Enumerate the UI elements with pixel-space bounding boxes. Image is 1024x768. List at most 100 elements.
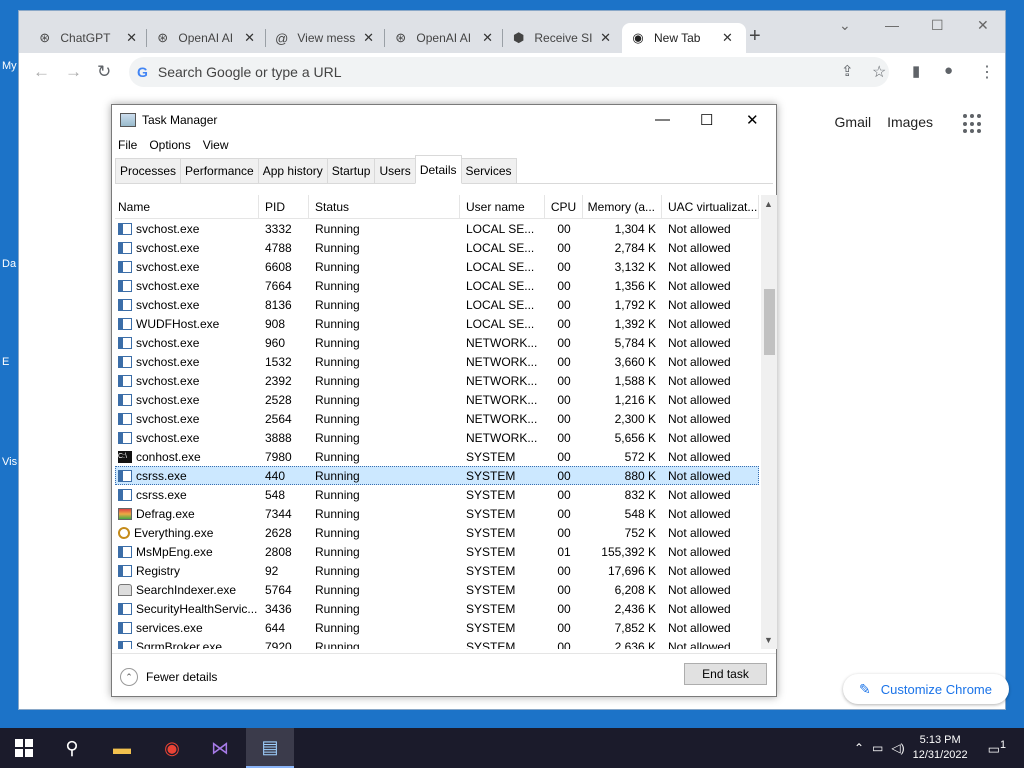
table-row[interactable]: SgrmBroker.exe 7920 Running SYSTEM 00 2,636 K…: [115, 637, 759, 649]
table-row[interactable]: svchost.exe 2528 Running NETWORK... 00 1,216 …: [115, 390, 759, 409]
browser-tab[interactable]: ⊛ OpenAI AI ✕: [147, 23, 263, 53]
col-header-name[interactable]: Name: [115, 195, 259, 219]
chevron-up-tray-icon[interactable]: ⌃: [854, 741, 864, 755]
file-explorer-icon[interactable]: ▬: [98, 728, 146, 768]
process-svc-icon: [118, 374, 132, 387]
end-task-button[interactable]: End task: [684, 663, 767, 685]
table-row[interactable]: WUDFHost.exe 908 Running LOCAL SE... 00 1,392…: [115, 314, 759, 333]
bookmark-star-icon[interactable]: ☆: [872, 62, 886, 82]
network-icon[interactable]: ▭: [872, 741, 883, 755]
tm-minimize-button[interactable]: —: [655, 111, 670, 128]
scroll-up-icon[interactable]: ▲: [764, 199, 773, 209]
col-header-uac[interactable]: UAC virtualizat...: [662, 195, 759, 219]
browser-tab[interactable]: ⊛ ChatGPT ✕: [29, 23, 145, 53]
table-row[interactable]: svchost.exe 1532 Running NETWORK... 00 3,660 …: [115, 352, 759, 371]
close-button[interactable]: ✕: [977, 17, 989, 34]
minimize-button[interactable]: —: [885, 17, 899, 33]
browser-tab[interactable]: ⊛ OpenAI AI ✕: [385, 23, 501, 53]
table-row[interactable]: Registry 92 Running SYSTEM 00 17,696 K Not all…: [115, 561, 759, 580]
desktop-icon-label[interactable]: Da: [2, 258, 16, 270]
profile-icon[interactable]: ●: [944, 62, 953, 79]
col-header-cpu[interactable]: CPU: [545, 195, 583, 219]
tm-maximize-button[interactable]: ☐: [700, 111, 713, 129]
clock[interactable]: 5:13 PM 12/31/2022: [913, 733, 968, 763]
fewer-details-button[interactable]: ⌃ Fewer details: [120, 668, 217, 686]
table-row[interactable]: svchost.exe 3332 Running LOCAL SE... 00 1,304…: [115, 219, 759, 238]
tab-close-icon[interactable]: ✕: [482, 30, 493, 46]
reload-icon[interactable]: ↻: [97, 62, 111, 82]
address-input[interactable]: [157, 64, 758, 80]
table-row[interactable]: svchost.exe 3888 Running NETWORK... 00 5,656 …: [115, 428, 759, 447]
volume-icon[interactable]: ◁): [891, 741, 904, 755]
tab-services[interactable]: Services: [460, 158, 517, 183]
browser-tab[interactable]: @ View mess ✕: [266, 23, 382, 53]
table-row[interactable]: csrss.exe 440 Running SYSTEM 00 880 K Not allo…: [115, 466, 759, 485]
side-panel-icon[interactable]: ▮: [912, 62, 920, 80]
maximize-button[interactable]: ☐: [931, 17, 944, 34]
table-row[interactable]: csrss.exe 548 Running SYSTEM 00 832 K Not allo…: [115, 485, 759, 504]
table-row[interactable]: svchost.exe 8136 Running LOCAL SE... 00 1,792…: [115, 295, 759, 314]
table-row[interactable]: MsMpEng.exe 2808 Running SYSTEM 01 155,392 K N…: [115, 542, 759, 561]
cell-mem: 2,436 K: [614, 601, 656, 616]
vertical-scrollbar[interactable]: ▲ ▼: [761, 195, 777, 649]
visual-studio-icon[interactable]: ⋈: [196, 728, 244, 768]
menu-options[interactable]: Options: [143, 135, 196, 157]
search-icon[interactable]: ⚲: [48, 728, 96, 768]
tab-close-icon[interactable]: ✕: [722, 30, 733, 46]
tab-close-icon[interactable]: ✕: [126, 30, 137, 46]
images-link[interactable]: Images: [887, 114, 933, 130]
tab-separator: [146, 29, 147, 47]
gmail-link[interactable]: Gmail: [835, 114, 872, 130]
share-icon[interactable]: ⇪: [841, 62, 854, 80]
tab-performance[interactable]: Performance: [180, 158, 259, 183]
col-header-memory[interactable]: Memory (a...: [583, 195, 662, 219]
tab-details[interactable]: Details: [414, 155, 462, 184]
table-row[interactable]: svchost.exe 960 Running NETWORK... 00 5,784 K…: [115, 333, 759, 352]
table-row[interactable]: C:\ conhost.exe 7980 Running SYSTEM 00 572 K No…: [115, 447, 759, 466]
chrome-taskbar-icon[interactable]: ◉: [148, 728, 196, 768]
tab-search-icon[interactable]: ⌄: [839, 17, 851, 34]
table-row[interactable]: Everything.exe 2628 Running SYSTEM 00 752 K No…: [115, 523, 759, 542]
table-row[interactable]: svchost.exe 2564 Running NETWORK... 00 2,300 …: [115, 409, 759, 428]
tab-close-icon[interactable]: ✕: [600, 30, 611, 46]
table-row[interactable]: SecurityHealthServic... 3436 Running SYSTEM…: [115, 599, 759, 618]
tab-users[interactable]: Users: [374, 158, 416, 183]
tab-close-icon[interactable]: ✕: [363, 30, 374, 46]
table-row[interactable]: svchost.exe 7664 Running LOCAL SE... 00 1,356…: [115, 276, 759, 295]
forward-icon[interactable]: →: [65, 62, 82, 82]
scroll-down-icon[interactable]: ▼: [764, 635, 773, 645]
tab-processes[interactable]: Processes: [115, 158, 182, 183]
tab-startup[interactable]: Startup: [326, 158, 376, 183]
table-row[interactable]: svchost.exe 2392 Running NETWORK... 00 1,588 …: [115, 371, 759, 390]
omnibox[interactable]: G: [129, 57, 889, 87]
col-header-pid[interactable]: PID: [259, 195, 309, 219]
new-tab-button[interactable]: +: [749, 25, 761, 48]
start-button[interactable]: [0, 728, 48, 768]
desktop-icon-label[interactable]: E: [2, 356, 9, 368]
customize-chrome-button[interactable]: ✎ Customize Chrome: [843, 674, 1009, 704]
desktop-icon-label[interactable]: My: [2, 60, 17, 72]
tab-app-history[interactable]: App history: [257, 158, 328, 183]
task-manager-titlebar[interactable]: Task Manager — ☐ ✕: [112, 105, 776, 135]
table-row[interactable]: services.exe 644 Running SYSTEM 00 7,852 K Not…: [115, 618, 759, 637]
desktop-icon-label[interactable]: Vis: [2, 456, 17, 468]
menu-kebab-icon[interactable]: ⋮: [979, 62, 995, 82]
tab-close-icon[interactable]: ✕: [244, 30, 255, 46]
menu-view[interactable]: View: [197, 135, 235, 157]
table-row[interactable]: SearchIndexer.exe 5764 Running SYSTEM 00 6,20…: [115, 580, 759, 599]
process-svc-icon: [118, 393, 132, 406]
scroll-thumb[interactable]: [764, 289, 775, 355]
table-row[interactable]: svchost.exe 4788 Running LOCAL SE... 00 2,784…: [115, 238, 759, 257]
browser-tab[interactable]: ⬢ Receive SI ✕: [503, 23, 619, 53]
col-header-username[interactable]: User name: [460, 195, 545, 219]
browser-tab[interactable]: ◉ New Tab ✕: [622, 23, 746, 53]
back-icon[interactable]: ←: [33, 62, 50, 82]
google-apps-icon[interactable]: [963, 114, 983, 134]
table-row[interactable]: svchost.exe 6608 Running LOCAL SE... 00 3,132…: [115, 257, 759, 276]
menu-file[interactable]: File: [112, 135, 143, 157]
tm-close-button[interactable]: ✕: [746, 111, 759, 129]
task-manager-taskbar-icon[interactable]: ▤: [246, 728, 294, 768]
col-header-status[interactable]: Status ^: [309, 195, 460, 219]
table-row[interactable]: Defrag.exe 7344 Running SYSTEM 00 548 K Not al…: [115, 504, 759, 523]
notification-icon[interactable]: ▭1: [988, 739, 1006, 757]
